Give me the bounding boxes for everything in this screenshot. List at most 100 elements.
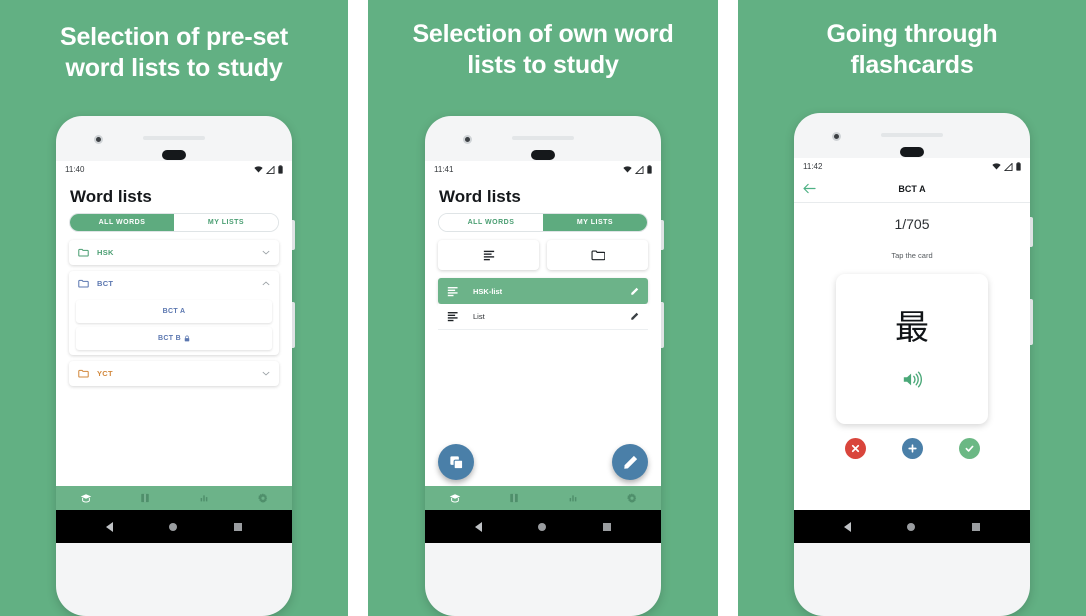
- folder-row-yct[interactable]: YCT: [69, 361, 279, 386]
- front-camera-icon: [94, 135, 103, 144]
- android-home-button[interactable]: [538, 522, 547, 531]
- edit-fab[interactable]: [612, 444, 648, 480]
- phone-mockup-2: 11:41 Word lists ALL WORDS MY LISTS HSK-…: [425, 116, 664, 616]
- status-time: 11:40: [65, 165, 85, 174]
- tab-bar: ALL WORDS MY LISTS: [69, 213, 279, 232]
- nav-item-settings[interactable]: [602, 492, 661, 504]
- status-icons: [992, 162, 1021, 171]
- earpiece-speaker: [881, 133, 943, 137]
- volume-button[interactable]: [661, 302, 664, 348]
- android-nav-bar: [56, 510, 292, 543]
- folder-icon: [78, 279, 89, 288]
- gear-icon: [626, 493, 636, 504]
- wifi-icon: [992, 163, 1001, 170]
- duplicate-list-fab[interactable]: [438, 444, 474, 480]
- tab-my-lists[interactable]: MY LISTS: [174, 214, 278, 231]
- android-back-button[interactable]: [475, 521, 483, 532]
- power-button[interactable]: [661, 220, 664, 250]
- list-item[interactable]: List: [438, 304, 648, 330]
- pencil-icon[interactable]: [630, 312, 639, 321]
- reject-card-button[interactable]: [844, 438, 866, 459]
- nav-item-settings[interactable]: [233, 492, 292, 504]
- nav-item-dictionary[interactable]: [484, 492, 543, 504]
- android-back-button[interactable]: [106, 521, 114, 532]
- camera-pill: [162, 150, 186, 160]
- nav-item-statistics[interactable]: [174, 492, 233, 504]
- nav-item-study[interactable]: [56, 492, 115, 504]
- list-item-label: List: [473, 312, 485, 321]
- camera-pill: [900, 147, 924, 157]
- folder-label-bct: BCT: [97, 279, 114, 288]
- panel-gap-1: [348, 0, 368, 616]
- nav-item-study[interactable]: [425, 492, 484, 504]
- battery-icon: [1016, 162, 1021, 171]
- list-item[interactable]: HSK-list: [438, 278, 648, 304]
- android-nav-bar: [794, 510, 1030, 543]
- close-icon: [851, 444, 859, 453]
- status-bar: 11:40: [56, 161, 292, 178]
- tab-all-words[interactable]: ALL WORDS: [70, 214, 174, 231]
- word-list-label-bct-a: BCT A: [162, 308, 186, 315]
- create-list-button[interactable]: [438, 240, 539, 270]
- promo-panel-2: Selection of own word lists to study 11:…: [368, 0, 718, 616]
- list-lines-icon: [447, 286, 458, 296]
- folder-row-hsk[interactable]: HSK: [69, 240, 279, 265]
- bar-chart-icon: [200, 495, 207, 502]
- chevron-up-icon: [262, 281, 270, 286]
- phone-bezel-top: [425, 116, 661, 161]
- copy-icon: [449, 455, 463, 469]
- folder-label-yct: YCT: [97, 369, 113, 378]
- page-title: Word lists: [70, 187, 152, 206]
- create-folder-button[interactable]: [547, 240, 648, 270]
- camera-pill: [531, 150, 555, 160]
- panel-2-headline: Selection of own word lists to study: [368, 0, 718, 81]
- android-recents-button[interactable]: [602, 522, 611, 531]
- android-recents-button[interactable]: [233, 522, 242, 531]
- accept-card-button[interactable]: [958, 438, 980, 459]
- pencil-icon: [623, 455, 637, 469]
- headline-line-2: flashcards: [850, 51, 974, 79]
- android-nav-bar: [425, 510, 661, 543]
- screenshot-stage: Selection of pre-set word lists to study…: [0, 0, 1086, 616]
- phone-screen-2: 11:41 Word lists ALL WORDS MY LISTS HSK-…: [425, 161, 661, 543]
- status-bar: 11:42: [794, 158, 1030, 175]
- signal-icon: [635, 165, 644, 174]
- bottom-app-bar: [425, 486, 661, 510]
- power-button[interactable]: [1030, 217, 1033, 247]
- page-title: Word lists: [439, 187, 521, 206]
- check-icon: [965, 445, 973, 452]
- android-home-button[interactable]: [907, 522, 916, 531]
- folder-row-bct[interactable]: BCT: [69, 271, 279, 296]
- android-home-button[interactable]: [169, 522, 178, 531]
- signal-icon: [1004, 162, 1013, 171]
- pencil-icon[interactable]: [630, 287, 639, 296]
- speaker-icon[interactable]: [902, 371, 922, 388]
- word-list-bct-b[interactable]: BCT B: [76, 327, 272, 350]
- folder-group-bct: BCT BCT A BCT B: [69, 271, 279, 355]
- add-card-button[interactable]: [901, 438, 923, 459]
- wifi-icon: [254, 166, 263, 173]
- panel-1-headline: Selection of pre-set word lists to study: [0, 0, 348, 84]
- nav-item-statistics[interactable]: [543, 492, 602, 504]
- status-icons: [623, 165, 652, 174]
- headline-line-1: Going through: [826, 20, 998, 48]
- volume-button[interactable]: [1030, 299, 1033, 345]
- book-icon: [509, 493, 518, 503]
- flashcard[interactable]: 最: [836, 274, 988, 424]
- folder-icon: [78, 248, 89, 257]
- panel-3-headline: Going through flashcards: [738, 0, 1086, 81]
- bottom-app-bar: [56, 486, 292, 510]
- deck-title: BCT A: [898, 183, 926, 194]
- volume-button[interactable]: [292, 302, 295, 348]
- power-button[interactable]: [292, 220, 295, 250]
- android-back-button[interactable]: [844, 521, 852, 532]
- tab-all-words[interactable]: ALL WORDS: [439, 214, 543, 231]
- phone-bezel-top: [56, 116, 292, 161]
- earpiece-speaker: [512, 136, 574, 140]
- word-list-bct-a[interactable]: BCT A: [76, 300, 272, 323]
- status-icons: [254, 165, 283, 174]
- tab-my-lists[interactable]: MY LISTS: [543, 214, 647, 231]
- nav-item-dictionary[interactable]: [115, 492, 174, 504]
- list-item-label: HSK-list: [473, 286, 503, 296]
- android-recents-button[interactable]: [971, 522, 980, 531]
